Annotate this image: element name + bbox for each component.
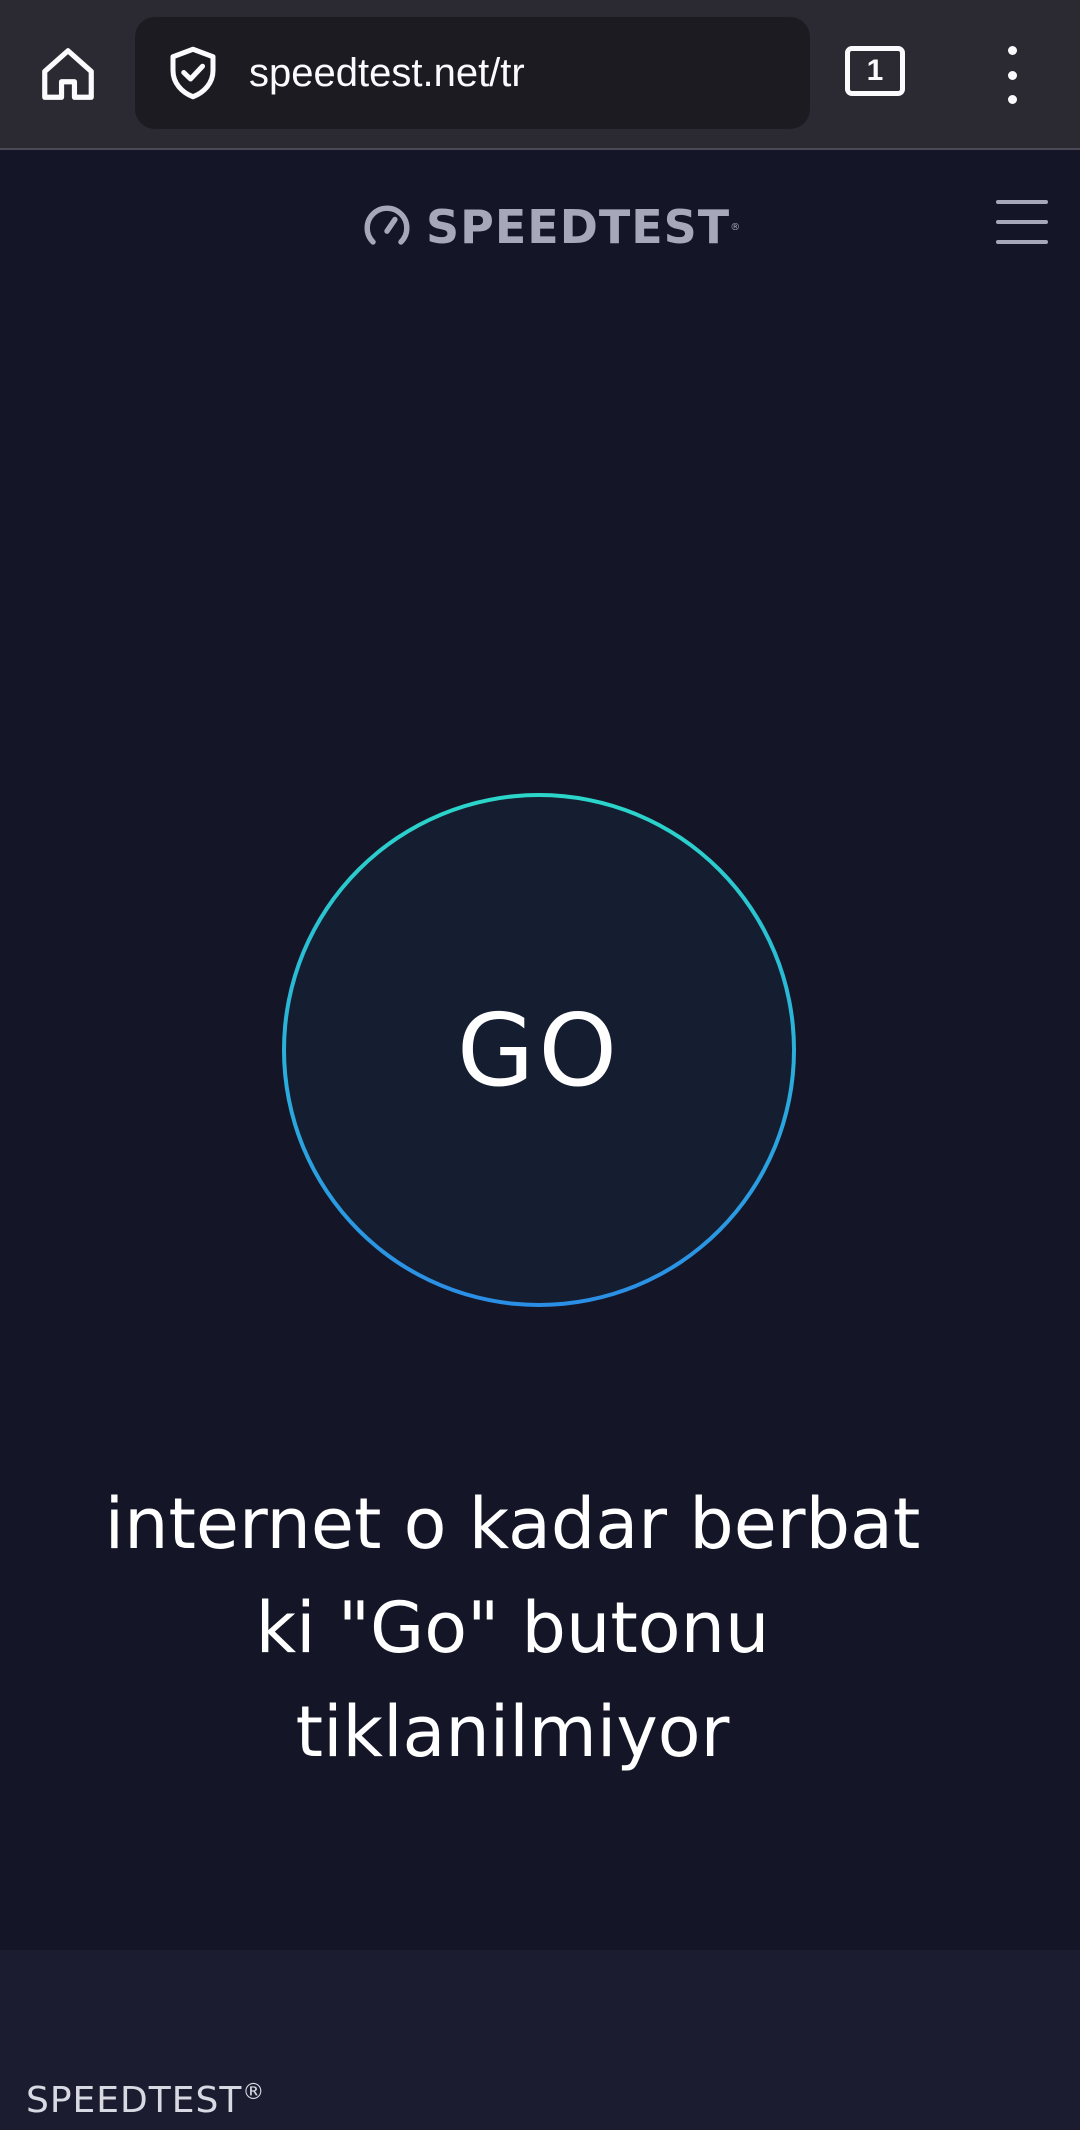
home-icon [42,48,94,100]
tabs-button[interactable]: 1 [845,46,905,96]
footer-brand: SPEEDTEST® [26,2080,265,2121]
footer-brand-mark: ® [242,2080,266,2105]
address-bar[interactable]: speedtest.net/tr [135,17,810,129]
go-button-face[interactable]: GO [286,797,792,1303]
brand-name: SPEEDTEST [426,200,731,254]
go-button[interactable]: GO [282,793,796,1307]
more-vertical-icon [1007,46,1017,55]
speedtest-logo[interactable]: SPEEDTEST ® [362,199,740,255]
more-menu-button[interactable] [990,40,1034,110]
hamburger-menu-button[interactable] [996,200,1048,244]
home-button[interactable] [30,36,106,112]
tab-count: 1 [866,54,884,87]
footer-brand-name: SPEEDTEST [26,2080,243,2121]
site-header: SPEEDTEST ® [0,152,1080,302]
caption-line: tiklanilmiyor [295,1691,730,1773]
caption-line: ki "Go" butonu [255,1587,770,1669]
url-text[interactable]: speedtest.net/tr [249,17,525,129]
caption-text: internet o kadar berbat ki "Go" butonu t… [60,1472,965,1784]
page-footer: SPEEDTEST® [0,1950,1080,2130]
browser-toolbar: speedtest.net/tr 1 [0,0,1080,150]
hamburger-menu-icon [996,200,1048,204]
caption-line: internet o kadar berbat [104,1483,921,1565]
brand-mark: ® [730,221,741,233]
speedometer-icon [364,205,410,245]
shield-check-icon[interactable] [163,43,223,103]
go-label: GO [456,991,622,1109]
